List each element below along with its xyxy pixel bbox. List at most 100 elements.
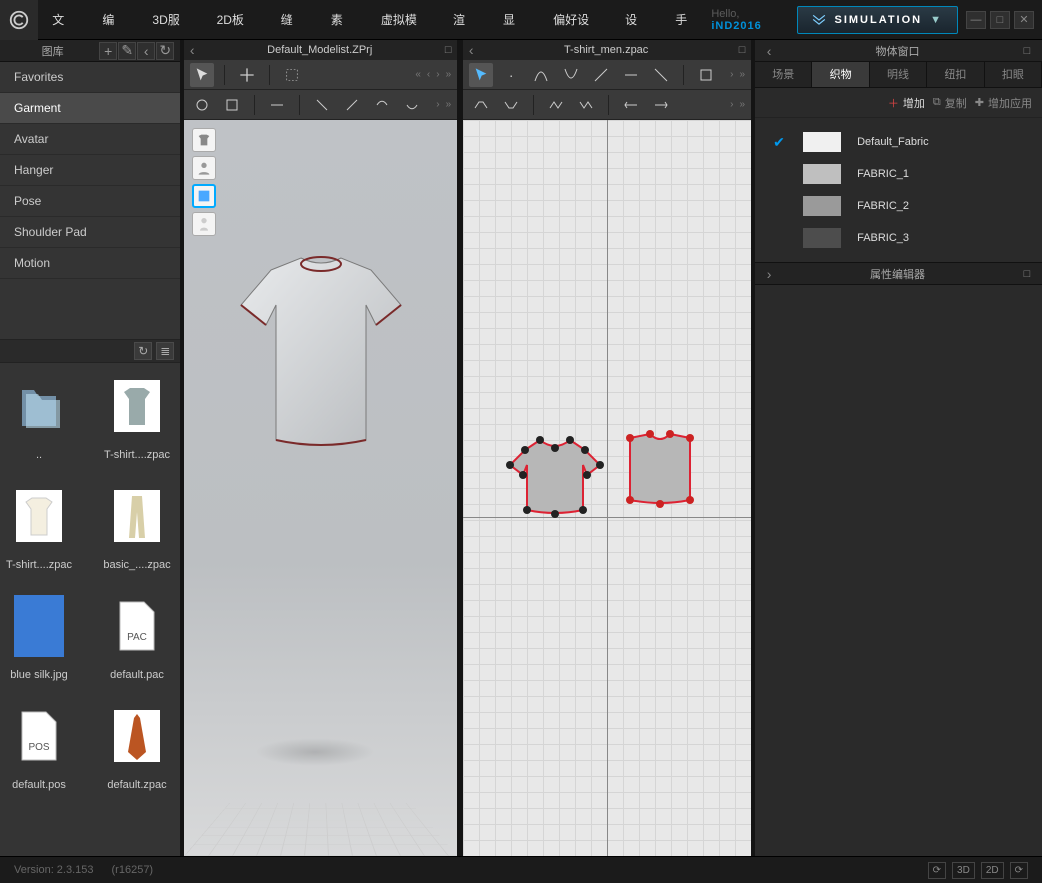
maximize-2d-icon[interactable]: □ — [733, 44, 751, 56]
menu-虚拟模特[interactable]: 虚拟模特 — [367, 0, 439, 39]
tool-e[interactable] — [340, 93, 364, 117]
view-mannequin-icon[interactable] — [192, 212, 216, 236]
tab-纽扣[interactable]: 纽扣 — [927, 62, 984, 87]
prev-icon[interactable]: ‹ — [427, 69, 430, 80]
nav2-end-2d[interactable]: » — [740, 99, 746, 110]
nav-avatar[interactable]: Avatar — [0, 124, 180, 155]
sew-tool-3[interactable] — [544, 93, 568, 117]
select-rect-tool[interactable] — [280, 63, 304, 87]
apply-fabric-button[interactable]: ✚ 增加应用 — [975, 95, 1032, 111]
canvas-2d[interactable] — [463, 120, 751, 856]
thumb-item[interactable]: basic_....zpac — [106, 485, 168, 571]
edit-point-tool[interactable] — [469, 63, 493, 87]
maximize-3d-icon[interactable]: □ — [439, 44, 457, 56]
thumb-item[interactable]: default.zpac — [106, 705, 168, 791]
next2-icon[interactable]: › — [436, 99, 439, 110]
tab-明线[interactable]: 明线 — [870, 62, 927, 87]
curve-tool-1[interactable] — [529, 63, 553, 87]
sew-tool-4[interactable] — [574, 93, 598, 117]
rect-tool[interactable] — [694, 63, 718, 87]
menu-编辑[interactable]: 编辑 — [88, 0, 138, 39]
thumb-item[interactable]: PACdefault.pac — [106, 595, 168, 681]
add-fabric-button[interactable]: ＋增加 — [888, 95, 925, 111]
edit-button[interactable]: ✎ — [118, 42, 136, 60]
next-set-icon[interactable]: » — [446, 69, 452, 80]
sew-tool-5[interactable] — [619, 93, 643, 117]
menu-手册[interactable]: 手册 — [661, 0, 711, 39]
tool-g[interactable] — [400, 93, 424, 117]
tool-f[interactable] — [370, 93, 394, 117]
menu-偏好设置[interactable]: 偏好设置 — [539, 0, 611, 39]
menu-显示[interactable]: 显示 — [489, 0, 539, 39]
point-tool[interactable]: · — [499, 63, 523, 87]
copy-fabric-button[interactable]: ⧉ 复制 — [933, 95, 967, 111]
fabric-row[interactable]: FABRIC_3 — [755, 222, 1042, 254]
thumb-item[interactable]: .. — [8, 375, 70, 461]
pattern-pieces[interactable] — [505, 430, 705, 530]
simulation-button[interactable]: SIMULATION ▼ — [797, 6, 958, 34]
fabric-row[interactable]: FABRIC_1 — [755, 158, 1042, 190]
tool-b[interactable] — [220, 93, 244, 117]
nav-hanger[interactable]: Hanger — [0, 155, 180, 186]
collapse-right-icon[interactable]: ‹ — [761, 43, 777, 59]
next-icon[interactable]: › — [436, 69, 439, 80]
curve-tool-2[interactable] — [559, 63, 583, 87]
tab-扣眼[interactable]: 扣眼 — [985, 62, 1042, 87]
view-avatar-icon[interactable] — [192, 156, 216, 180]
line-tool-2[interactable] — [619, 63, 643, 87]
thumb-item[interactable]: T-shirt....zpac — [106, 375, 168, 461]
status-mode-2D[interactable]: 2D — [981, 862, 1004, 879]
thumb-item[interactable]: blue silk.jpg — [8, 595, 70, 681]
fabric-row[interactable]: FABRIC_2 — [755, 190, 1042, 222]
sew-tool-2[interactable] — [499, 93, 523, 117]
maximize-right-icon[interactable]: □ — [1018, 45, 1036, 57]
nav-shoulder-pad[interactable]: Shoulder Pad — [0, 217, 180, 248]
tab-场景[interactable]: 场景 — [755, 62, 812, 87]
sew-tool-1[interactable] — [469, 93, 493, 117]
close-button[interactable]: ✕ — [1014, 11, 1034, 29]
line-tool-3[interactable] — [649, 63, 673, 87]
nav-motion[interactable]: Motion — [0, 248, 180, 279]
tool-d[interactable] — [310, 93, 334, 117]
collapse-prop-icon[interactable]: › — [761, 266, 777, 282]
view-texture-icon[interactable] — [192, 184, 216, 208]
menu-3D服装[interactable]: 3D服装 — [138, 0, 202, 39]
tool-c[interactable] — [265, 93, 289, 117]
menu-设置[interactable]: 设置 — [611, 0, 661, 39]
back-icon[interactable]: ‹ — [137, 42, 155, 60]
next2-set-icon[interactable]: » — [446, 99, 452, 110]
cursor-tool[interactable] — [190, 63, 214, 87]
prev-set-icon[interactable]: « — [415, 69, 421, 80]
status-mode-0[interactable]: ⟳ — [928, 862, 946, 879]
collapse-3d-icon[interactable]: ‹ — [184, 42, 200, 58]
nav2-next-2d[interactable]: › — [730, 99, 733, 110]
nav-end-2d[interactable]: » — [740, 69, 746, 80]
menu-2D板片[interactable]: 2D板片 — [203, 0, 267, 39]
menu-文件[interactable]: 文件 — [38, 0, 88, 39]
menu-渲染[interactable]: 渲染 — [439, 0, 489, 39]
canvas-3d[interactable] — [184, 120, 457, 856]
minimize-button[interactable]: — — [966, 11, 986, 29]
fabric-row[interactable]: ✔Default_Fabric — [755, 126, 1042, 158]
tool-a[interactable] — [190, 93, 214, 117]
menu-素材[interactable]: 素材 — [317, 0, 367, 39]
collapse-2d-icon[interactable]: ‹ — [463, 42, 479, 58]
line-tool-1[interactable] — [589, 63, 613, 87]
list-view-icon[interactable]: ≣ — [156, 342, 174, 360]
nav-favorites[interactable]: Favorites — [0, 62, 180, 93]
maximize-button[interactable]: □ — [990, 11, 1010, 29]
status-mode-3[interactable]: ⟳ — [1010, 862, 1028, 879]
nav-garment[interactable]: Garment — [0, 93, 180, 124]
maximize-prop-icon[interactable]: □ — [1018, 268, 1036, 280]
sew-tool-6[interactable] — [649, 93, 673, 117]
nav-pose[interactable]: Pose — [0, 186, 180, 217]
view-shirt-icon[interactable] — [192, 128, 216, 152]
tab-织物[interactable]: 织物 — [812, 62, 869, 87]
menu-缝纫[interactable]: 缝纫 — [267, 0, 317, 39]
thumb-item[interactable]: POSdefault.pos — [8, 705, 70, 791]
move-tool[interactable] — [235, 63, 259, 87]
reload-icon[interactable]: ↻ — [156, 42, 174, 60]
refresh-icon[interactable]: ↻ — [134, 342, 152, 360]
add-button[interactable]: + — [99, 42, 117, 60]
thumb-item[interactable]: T-shirt....zpac — [8, 485, 70, 571]
